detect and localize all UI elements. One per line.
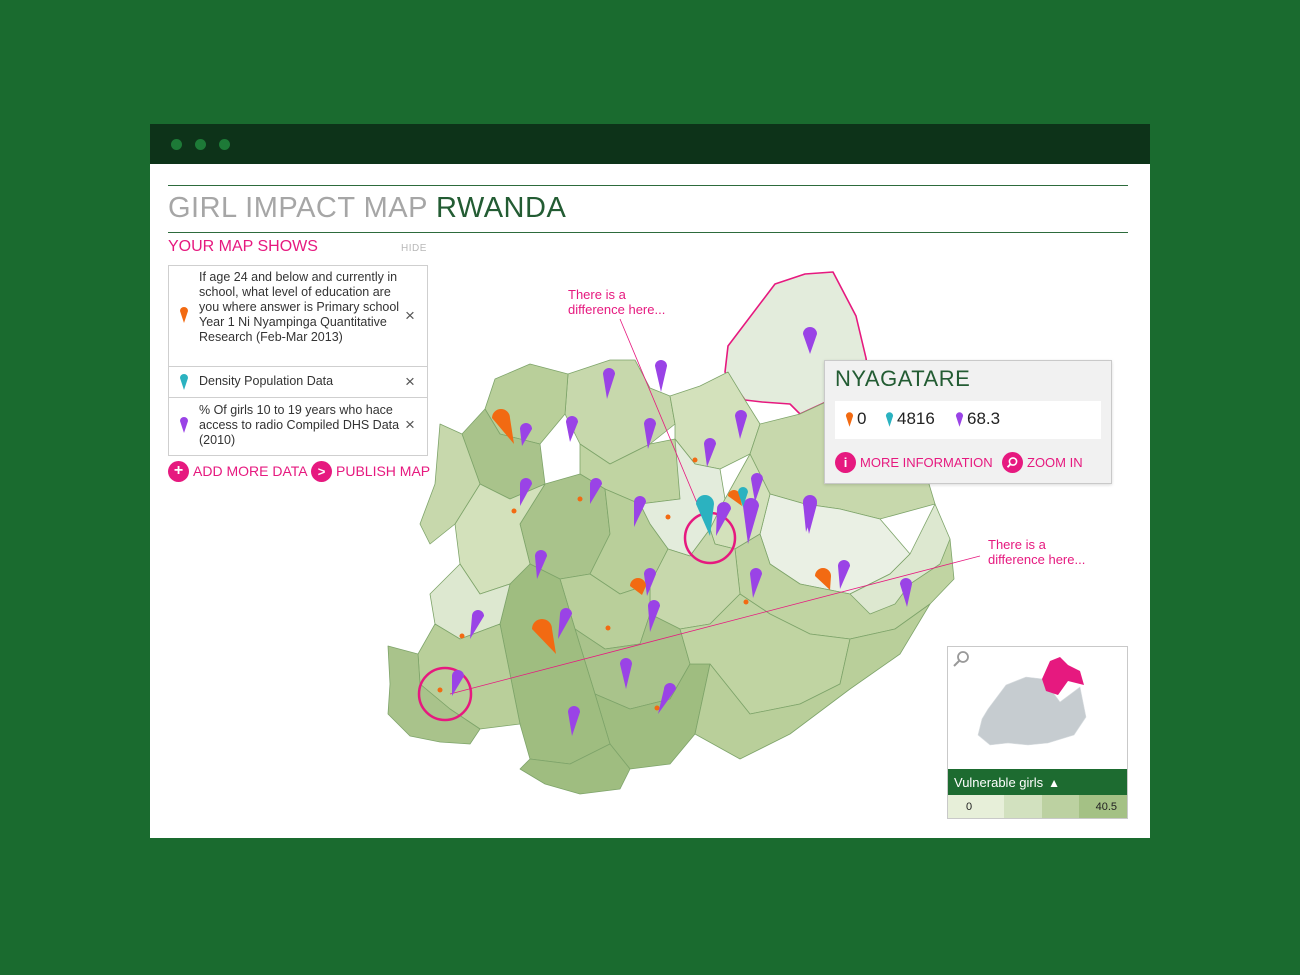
popup-value-education: 0: [845, 409, 866, 429]
legend-scale: 0 40.5: [948, 795, 1127, 818]
scale-step: [1003, 795, 1042, 818]
zoom-in-label: ZOOM IN: [1027, 455, 1083, 470]
popup-values: 0 4816 68.3: [835, 401, 1101, 439]
annotation-text: There is a difference here...: [988, 537, 1086, 567]
annotation-difference-east: There is a difference here...: [988, 537, 1085, 567]
overview-minimap[interactable]: Vulnerable girls ▲ 0 40.5: [947, 646, 1128, 819]
data-layer-label: % Of girls 10 to 19 years who hace acces…: [199, 403, 400, 447]
district-popup: NYAGATARE 0 4816 68.3 i MORE INFORMATION: [824, 360, 1112, 484]
info-icon: i: [835, 452, 856, 473]
minimap-zoom-icon: [953, 651, 969, 667]
add-more-data-label: ADD MORE DATA: [193, 463, 308, 479]
minimap-graphic: [953, 651, 1087, 746]
popup-title: NYAGATARE: [835, 366, 971, 391]
browser-window: GIRL IMPACT MAP RWANDA There is a differ…: [150, 124, 1150, 838]
publish-map-label: PUBLISH MAP: [336, 463, 431, 479]
teal-pin-icon: [885, 411, 894, 427]
publish-map-button[interactable]: > PUBLISH MAP: [311, 460, 430, 482]
map-shows-heading: YOUR MAP SHOWS: [168, 238, 318, 255]
data-layer-item-population[interactable]: Density Population Data ×: [169, 366, 427, 397]
orange-pin-icon: [845, 411, 854, 427]
minimap-legend-bar[interactable]: Vulnerable girls ▲: [948, 769, 1127, 795]
data-layer-list: If age 24 and below and currently in sch…: [168, 265, 428, 456]
arrow-right-icon: >: [311, 460, 332, 482]
triangle-up-icon: ▲: [1048, 775, 1061, 790]
data-layer-item-education[interactable]: If age 24 and below and currently in sch…: [169, 266, 427, 366]
remove-layer-button[interactable]: ×: [405, 307, 415, 324]
scale-min: 0: [948, 795, 1004, 818]
teal-pin-icon: [180, 374, 188, 390]
more-information-button[interactable]: i MORE INFORMATION: [835, 452, 993, 473]
purple-pin-icon: [655, 360, 667, 392]
plus-icon: +: [168, 460, 189, 482]
add-more-data-button[interactable]: + ADD MORE DATA: [168, 460, 308, 482]
annotation-text: There is a difference here...: [568, 287, 666, 317]
popup-value-text: 68.3: [967, 409, 1001, 428]
purple-pin-icon: [180, 417, 188, 433]
scale-step: [1041, 795, 1080, 818]
popup-value-text: 4816: [897, 409, 935, 428]
remove-layer-button[interactable]: ×: [405, 416, 415, 433]
popup-value-radio: 68.3: [955, 409, 1000, 429]
data-layer-label: If age 24 and below and currently in sch…: [199, 270, 400, 344]
orange-pin-icon: [180, 307, 188, 323]
zoom-in-button[interactable]: ZOOM IN: [1002, 452, 1083, 473]
annotation-difference-north: There is a difference here...: [568, 287, 665, 317]
popup-value-population: 4816: [885, 409, 935, 429]
popup-value-text: 0: [857, 409, 867, 428]
purple-pin-icon: [955, 411, 964, 427]
data-layer-item-radio[interactable]: % Of girls 10 to 19 years who hace acces…: [169, 397, 427, 456]
scale-max: 40.5: [1079, 795, 1127, 818]
magnifier-icon: [1002, 452, 1023, 473]
remove-layer-button[interactable]: ×: [405, 373, 415, 390]
data-layer-label: Density Population Data: [199, 374, 334, 388]
hide-panel-link[interactable]: HIDE: [401, 243, 427, 254]
minimap-legend-title: Vulnerable girls: [954, 775, 1044, 790]
more-information-label: MORE INFORMATION: [860, 455, 993, 470]
